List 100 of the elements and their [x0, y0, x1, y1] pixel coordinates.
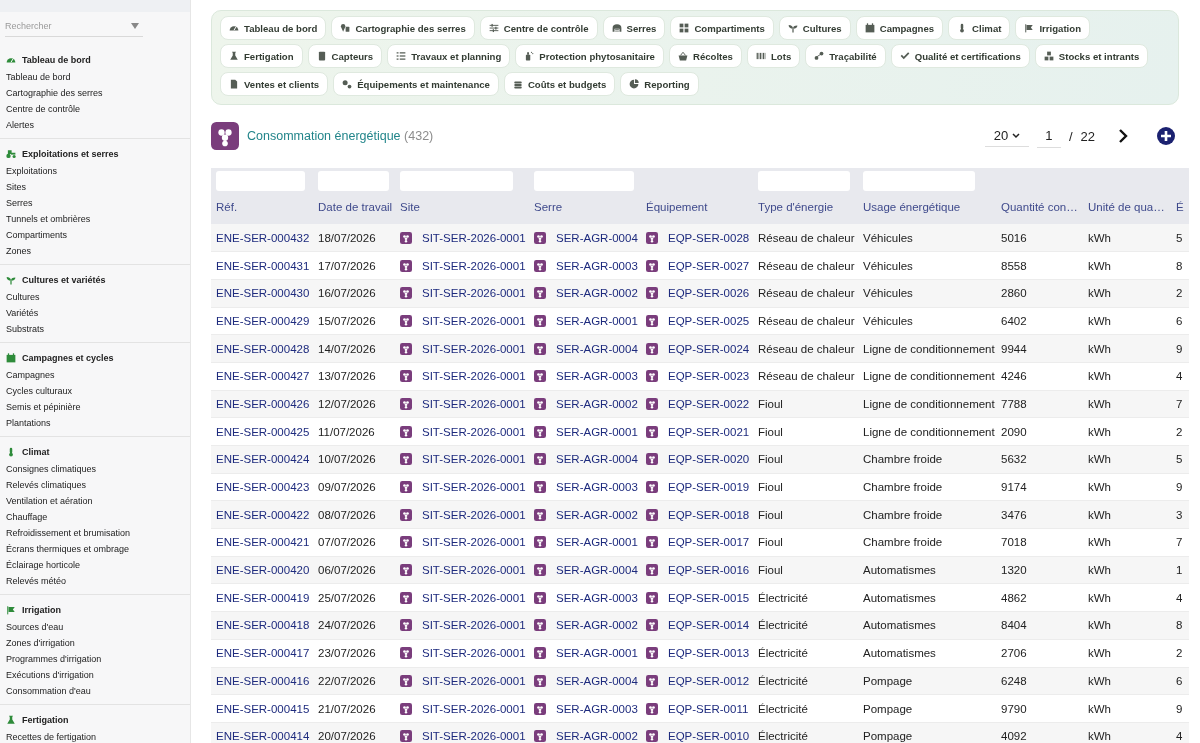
- module-button[interactable]: Cultures: [778, 16, 851, 40]
- module-button[interactable]: Récoltes: [668, 44, 742, 68]
- sidebar-item[interactable]: Substrats: [0, 321, 190, 337]
- column-header[interactable]: Unité de qua…: [1083, 195, 1171, 224]
- sidebar-item[interactable]: Alertes: [0, 117, 190, 133]
- module-button[interactable]: Travaux et planning: [387, 44, 511, 68]
- record-link[interactable]: EQP-SER-0028: [668, 231, 750, 244]
- record-link[interactable]: SER-AGR-0001: [556, 536, 638, 549]
- record-link[interactable]: SIT-SER-2026-0001: [422, 397, 526, 410]
- module-button[interactable]: Irrigation: [1015, 16, 1090, 40]
- record-link[interactable]: SER-AGR-0004: [556, 674, 638, 687]
- record-link[interactable]: ENE-SER-000417: [216, 647, 310, 660]
- record-link[interactable]: SIT-SER-2026-0001: [422, 287, 526, 300]
- module-button[interactable]: Qualité et certifications: [890, 44, 1030, 68]
- record-link[interactable]: ENE-SER-000414: [216, 730, 310, 743]
- record-link[interactable]: SER-AGR-0001: [556, 314, 638, 327]
- record-link[interactable]: EQP-SER-0010: [668, 730, 750, 743]
- record-link[interactable]: SIT-SER-2026-0001: [422, 425, 526, 438]
- record-link[interactable]: ENE-SER-000431: [216, 259, 310, 272]
- sidebar-item[interactable]: Cartographie des serres: [0, 85, 190, 101]
- module-button[interactable]: Traçabilité: [805, 44, 886, 68]
- record-link[interactable]: EQP-SER-0025: [668, 314, 750, 327]
- sidebar-item[interactable]: Cultures: [0, 289, 190, 305]
- column-header[interactable]: Date de travail: [313, 195, 395, 224]
- record-link[interactable]: SER-AGR-0004: [556, 453, 638, 466]
- column-header[interactable]: É: [1171, 195, 1189, 224]
- record-link[interactable]: SIT-SER-2026-0001: [422, 702, 526, 715]
- record-link[interactable]: ENE-SER-000423: [216, 481, 310, 494]
- record-link[interactable]: SIT-SER-2026-0001: [422, 481, 526, 494]
- sidebar-item[interactable]: Consommation d'eau: [0, 683, 190, 699]
- record-link[interactable]: SER-AGR-0004: [556, 231, 638, 244]
- record-link[interactable]: SIT-SER-2026-0001: [422, 370, 526, 383]
- record-link[interactable]: SER-AGR-0003: [556, 702, 638, 715]
- module-button[interactable]: Serres: [602, 16, 666, 40]
- record-link[interactable]: SIT-SER-2026-0001: [422, 508, 526, 521]
- module-button[interactable]: Campagnes: [855, 16, 944, 40]
- record-link[interactable]: ENE-SER-000420: [216, 564, 310, 577]
- module-button[interactable]: Capteurs: [307, 44, 383, 68]
- record-link[interactable]: SER-AGR-0002: [556, 619, 638, 632]
- record-link[interactable]: SER-AGR-0002: [556, 397, 638, 410]
- record-link[interactable]: ENE-SER-000424: [216, 453, 310, 466]
- module-button[interactable]: Climat: [948, 16, 1011, 40]
- record-link[interactable]: SIT-SER-2026-0001: [422, 342, 526, 355]
- record-link[interactable]: EQP-SER-0018: [668, 508, 750, 521]
- record-link[interactable]: ENE-SER-000426: [216, 397, 310, 410]
- module-button[interactable]: Fertigation: [220, 44, 303, 68]
- record-link[interactable]: ENE-SER-000416: [216, 674, 310, 687]
- sidebar-item[interactable]: Cycles culturaux: [0, 383, 190, 399]
- record-link[interactable]: EQP-SER-0020: [668, 453, 750, 466]
- record-link[interactable]: SIT-SER-2026-0001: [422, 231, 526, 244]
- sidebar-item[interactable]: Refroidissement et brumisation: [0, 525, 190, 541]
- record-link[interactable]: EQP-SER-0016: [668, 564, 750, 577]
- sidebar-item[interactable]: Zones: [0, 243, 190, 259]
- sidebar-item[interactable]: Campagnes: [0, 367, 190, 383]
- record-link[interactable]: SER-AGR-0003: [556, 259, 638, 272]
- sidebar-item[interactable]: Recettes de fertigation: [0, 729, 190, 743]
- module-button[interactable]: Équipements et maintenance: [333, 72, 499, 96]
- record-link[interactable]: ENE-SER-000428: [216, 342, 310, 355]
- record-link[interactable]: ENE-SER-000429: [216, 314, 310, 327]
- record-link[interactable]: SIT-SER-2026-0001: [422, 536, 526, 549]
- record-link[interactable]: ENE-SER-000425: [216, 425, 310, 438]
- sidebar-item[interactable]: Exécutions d'irrigation: [0, 667, 190, 683]
- record-link[interactable]: EQP-SER-0012: [668, 674, 750, 687]
- record-link[interactable]: SER-AGR-0002: [556, 730, 638, 743]
- sidebar-item[interactable]: Centre de contrôle: [0, 101, 190, 117]
- module-button[interactable]: Coûts et budgets: [503, 72, 616, 96]
- sidebar-item[interactable]: Relevés climatiques: [0, 477, 190, 493]
- record-link[interactable]: EQP-SER-0027: [668, 259, 750, 272]
- record-link[interactable]: EQP-SER-0022: [668, 397, 750, 410]
- record-link[interactable]: SIT-SER-2026-0001: [422, 453, 526, 466]
- module-button[interactable]: Compartiments: [670, 16, 774, 40]
- sidebar-item[interactable]: Écrans thermiques et ombrage: [0, 541, 190, 557]
- record-link[interactable]: SER-AGR-0001: [556, 425, 638, 438]
- module-button[interactable]: Cartographie des serres: [331, 16, 475, 40]
- column-header[interactable]: Équipement: [641, 195, 753, 224]
- record-link[interactable]: EQP-SER-0013: [668, 647, 750, 660]
- record-link[interactable]: ENE-SER-000422: [216, 508, 310, 521]
- record-link[interactable]: SER-AGR-0003: [556, 481, 638, 494]
- sidebar-item[interactable]: Compartiments: [0, 227, 190, 243]
- sidebar-item[interactable]: Éclairage horticole: [0, 557, 190, 573]
- record-link[interactable]: ENE-SER-000418: [216, 619, 310, 632]
- column-header[interactable]: Serre: [529, 195, 641, 224]
- column-header[interactable]: Usage énergétique: [858, 195, 996, 224]
- sidebar-item[interactable]: Tunnels et ombrières: [0, 211, 190, 227]
- sidebar-item[interactable]: Relevés météo: [0, 573, 190, 589]
- search-field[interactable]: Rechercher: [5, 15, 131, 36]
- module-button[interactable]: Lots: [746, 44, 801, 68]
- sidebar-item[interactable]: Serres: [0, 195, 190, 211]
- record-link[interactable]: EQP-SER-0021: [668, 425, 750, 438]
- record-link[interactable]: SER-AGR-0003: [556, 370, 638, 383]
- module-button[interactable]: Ventes et clients: [220, 72, 329, 96]
- sidebar-item[interactable]: Consignes climatiques: [0, 461, 190, 477]
- record-link[interactable]: ENE-SER-000415: [216, 702, 310, 715]
- record-link[interactable]: SIT-SER-2026-0001: [422, 314, 526, 327]
- record-link[interactable]: ENE-SER-000430: [216, 287, 310, 300]
- sidebar-item[interactable]: Semis et pépinière: [0, 399, 190, 415]
- sidebar-item[interactable]: Plantations: [0, 415, 190, 431]
- column-header[interactable]: Réf.: [211, 195, 313, 224]
- record-link[interactable]: SIT-SER-2026-0001: [422, 564, 526, 577]
- sidebar-item[interactable]: Chauffage: [0, 509, 190, 525]
